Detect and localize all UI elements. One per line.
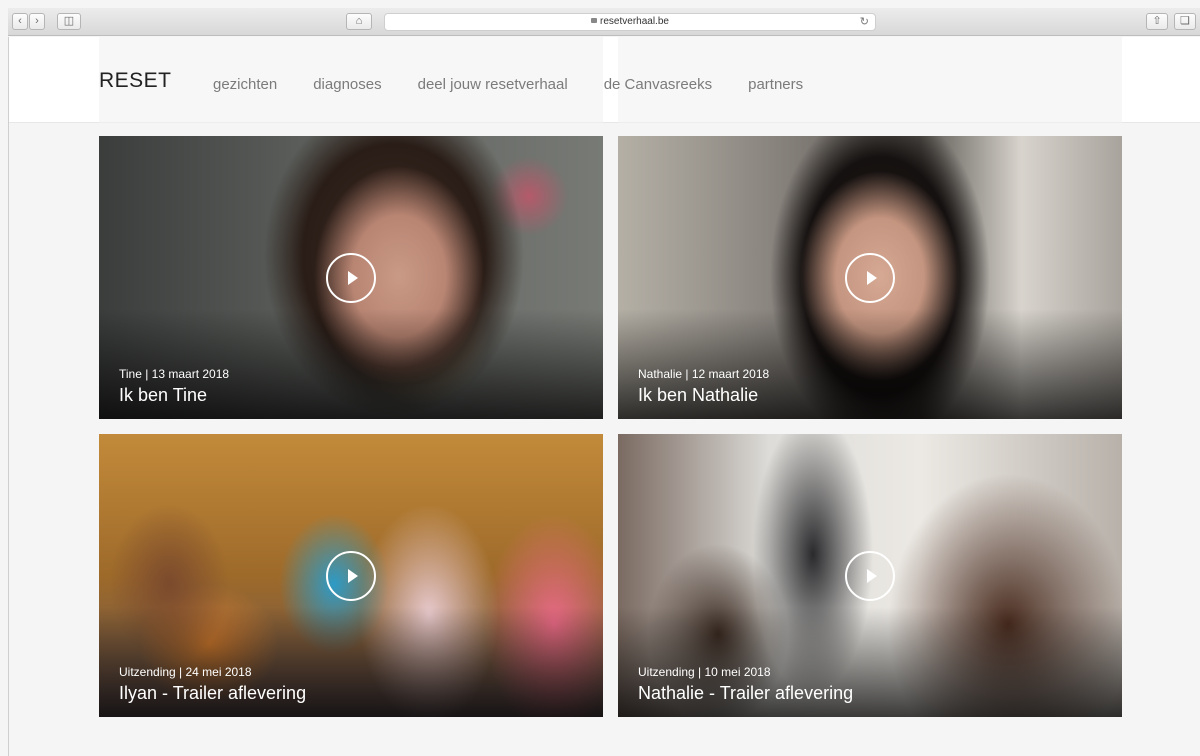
site-header: RESET gezichten diagnoses deel jouw rese… [9,37,1200,123]
card-meta: Nathalie | 12 maart 2018 [638,367,770,381]
video-card-tine[interactable]: Tine | 13 maart 2018 Ik ben Tine [99,136,603,419]
browser-toolbar: ‹ › ◫ ⌂ resetverhaal.be ↻ ⇧ ❏ [8,8,1200,36]
nav-item-deel-jouw-resetverhaal[interactable]: deel jouw resetverhaal [418,76,568,93]
nav-item-de-canvasreeks[interactable]: de Canvasreeks [604,76,712,93]
sidebar-icon[interactable]: ◫ [57,13,81,30]
card-meta: Uitzending | 10 mei 2018 [638,665,771,679]
nav-item-partners[interactable]: partners [748,76,803,93]
card-title[interactable]: Nathalie - Trailer aflevering [638,683,853,704]
lock-icon [591,18,598,23]
main-nav: gezichten diagnoses deel jouw resetverha… [213,76,839,93]
tabs-icon[interactable]: ❏ [1174,13,1196,30]
card-meta: Tine | 13 maart 2018 [119,367,230,381]
nav-item-diagnoses[interactable]: diagnoses [313,76,381,93]
address-bar[interactable]: resetverhaal.be ↻ [384,13,876,31]
video-card-ilyan-trailer[interactable]: Uitzending | 24 mei 2018 Ilyan - Trailer… [99,434,603,717]
share-icon[interactable]: ⇧ [1146,13,1168,30]
video-card-nathalie[interactable]: Nathalie | 12 maart 2018 Ik ben Nathalie [618,136,1122,419]
address-url: resetverhaal.be [600,16,669,27]
play-icon[interactable] [326,253,376,303]
home-icon[interactable]: ⌂ [346,13,372,30]
play-icon[interactable] [326,551,376,601]
play-icon[interactable] [845,551,895,601]
card-meta: Uitzending | 24 mei 2018 [119,665,252,679]
play-icon[interactable] [845,253,895,303]
video-card-nathalie-trailer[interactable]: Uitzending | 10 mei 2018 Nathalie - Trai… [618,434,1122,717]
nav-item-gezichten[interactable]: gezichten [213,76,277,93]
forward-icon[interactable]: › [29,13,45,30]
card-title[interactable]: Ik ben Nathalie [638,385,758,406]
reload-icon[interactable]: ↻ [860,14,869,30]
card-title[interactable]: Ik ben Tine [119,385,207,406]
web-page: RESET gezichten diagnoses deel jouw rese… [8,37,1200,756]
card-title[interactable]: Ilyan - Trailer aflevering [119,683,306,704]
site-logo[interactable]: RESET [99,69,172,93]
back-icon[interactable]: ‹ [12,13,28,30]
